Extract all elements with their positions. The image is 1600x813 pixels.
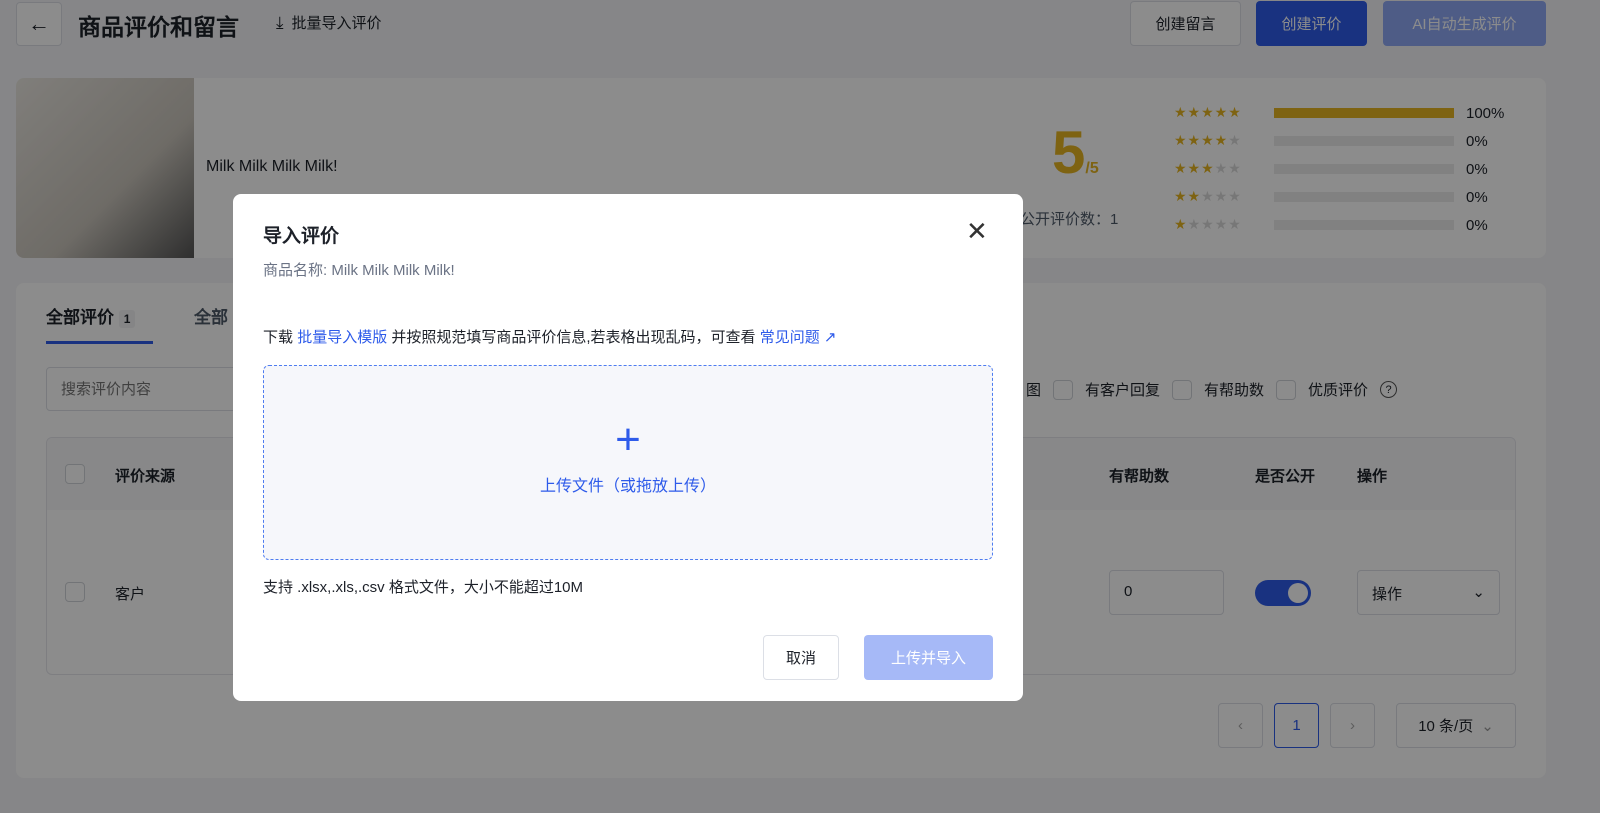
import-reviews-modal: 导入评价 ✕ 商品名称: Milk Milk Milk Milk! 下载 批量导… <box>233 194 1023 701</box>
template-download-link[interactable]: 批量导入模版 <box>297 329 387 346</box>
close-icon[interactable]: ✕ <box>966 216 988 247</box>
upload-label: 上传文件（或拖放上传） <box>539 478 716 495</box>
modal-description: 下载 批量导入模版 并按照规范填写商品评价信息,若表格出现乱码，可查看 常见问题… <box>263 329 837 346</box>
upload-dropzone[interactable]: + 上传文件（或拖放上传） <box>263 365 993 560</box>
upload-import-button[interactable]: 上传并导入 <box>864 635 993 680</box>
cancel-button[interactable]: 取消 <box>763 635 839 680</box>
external-link-icon: ↗ <box>823 329 837 346</box>
faq-link[interactable]: 常见问题 ↗ <box>760 329 837 346</box>
plus-icon: + <box>615 415 641 464</box>
support-note: 支持 .xlsx,.xls,.csv 格式文件，大小不能超过10M <box>263 579 584 596</box>
modal-title: 导入评价 <box>263 226 340 247</box>
modal-product-name: 商品名称: Milk Milk Milk Milk! <box>263 262 455 279</box>
